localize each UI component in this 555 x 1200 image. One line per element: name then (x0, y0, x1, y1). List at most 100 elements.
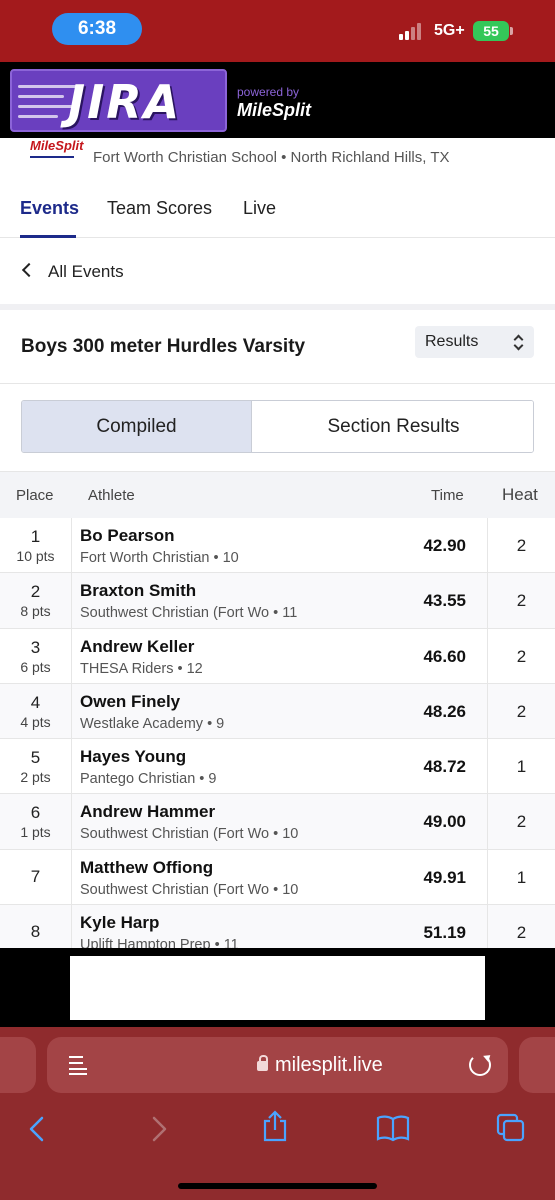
table-row[interactable]: 1 10 pts Bo Pearson Fort Worth Christian… (0, 518, 555, 574)
athlete-name[interactable]: Andrew Hammer (80, 802, 215, 822)
milesplit-logo-underline (30, 156, 74, 158)
place-points: 4 pts (20, 713, 51, 730)
lock-icon (257, 1055, 268, 1071)
milesplit-brand: MileSplit (237, 100, 312, 120)
place-cell: 4 4 pts (0, 683, 72, 739)
athlete-team[interactable]: Southwest Christian (Fort Wo • 11 (80, 605, 297, 621)
event-title: Boys 300 meter Hurdles Varsity (21, 336, 306, 357)
place-cell: 1 10 pts (0, 518, 72, 573)
place-cell: 3 6 pts (0, 628, 72, 683)
header-heat[interactable]: Heat (502, 485, 538, 505)
athlete-name[interactable]: Hayes Young (80, 747, 186, 767)
back-to-events[interactable]: All Events (0, 240, 555, 304)
status-time: 6:38 (52, 13, 142, 45)
result-time: 42.90 (423, 536, 466, 555)
result-time: 43.55 (423, 591, 466, 611)
results-segmented-control: Compiled Section Results (21, 400, 534, 453)
place-number: 5 (30, 748, 41, 768)
status-bar: 6:38 5G+ 55 (0, 0, 555, 62)
bookmarks-icon[interactable] (376, 1114, 410, 1142)
heat-number: 2 (516, 646, 527, 666)
tab-live[interactable]: Live (243, 198, 276, 219)
forward-arrow-icon[interactable] (146, 1115, 170, 1143)
heat-number: 2 (516, 812, 527, 832)
tab-events[interactable]: Events (20, 198, 79, 219)
athlete-name[interactable]: Kyle Harp (80, 913, 159, 933)
result-time: 49.91 (423, 867, 466, 887)
home-indicator (178, 1183, 377, 1189)
athlete-team[interactable]: Southwest Christian (Fort Wo • 10 (80, 826, 298, 842)
athlete-team[interactable]: Pantego Christian • 9 (80, 771, 216, 787)
back-label: All Events (48, 262, 124, 281)
place-number: 2 (30, 582, 41, 602)
tab-team-scores[interactable]: Team Scores (107, 198, 212, 219)
athlete-name[interactable]: Andrew Keller (80, 637, 194, 657)
heat-cell: 2 (487, 518, 555, 573)
tab-active-indicator (20, 235, 76, 238)
share-icon[interactable] (261, 1109, 289, 1143)
jira-logo[interactable]: JIRA (10, 69, 227, 132)
heat-number: 2 (516, 701, 527, 721)
reload-icon[interactable] (469, 1054, 491, 1076)
athlete-team[interactable]: Westlake Academy • 9 (80, 716, 224, 732)
meet-location: Fort Worth Christian School • North Rich… (93, 149, 450, 166)
place-points: 1 pts (20, 824, 51, 841)
place-number: 3 (30, 637, 41, 657)
table-row[interactable]: 8 Kyle Harp Uplift Hampton Prep • 11 51.… (0, 905, 555, 948)
heat-cell: 2 (487, 628, 555, 683)
place-points: 8 pts (20, 603, 51, 620)
powered-by-label: powered by (237, 85, 300, 99)
athlete-name[interactable]: Owen Finely (80, 692, 180, 712)
place-points: 10 pts (16, 548, 55, 564)
place-points: 6 pts (20, 658, 51, 675)
previous-tab-preview[interactable] (0, 1037, 36, 1093)
next-tab-preview[interactable] (519, 1037, 555, 1093)
heat-number: 1 (516, 867, 527, 887)
table-row[interactable]: 6 1 pts Andrew Hammer Southwest Christia… (0, 794, 555, 850)
reader-icon[interactable] (69, 1054, 87, 1076)
athlete-name[interactable]: Bo Pearson (80, 526, 174, 546)
heat-number: 1 (516, 757, 527, 777)
athlete-team[interactable]: Uplift Hampton Prep • 11 (80, 937, 239, 948)
jira-logo-text: JIRA (68, 75, 182, 129)
result-time: 46.60 (423, 646, 466, 666)
battery-cap (510, 27, 513, 35)
place-number: 4 (30, 692, 41, 712)
section-results-button[interactable]: Section Results (252, 401, 533, 452)
divider (0, 383, 555, 384)
ad-banner (0, 948, 555, 1027)
place-cell: 6 1 pts (0, 794, 72, 849)
athlete-name[interactable]: Matthew Offiong (80, 858, 213, 878)
ad-slot[interactable] (70, 956, 485, 1020)
table-row[interactable]: 7 Matthew Offiong Southwest Christian (F… (0, 849, 555, 906)
chevron-down-icon (513, 340, 524, 351)
view-select[interactable]: Results (415, 326, 534, 358)
table-row[interactable]: 5 2 pts Hayes Young Pantego Christian • … (0, 739, 555, 795)
place-cell: 8 (0, 905, 72, 948)
athlete-team[interactable]: THESA Riders • 12 (80, 661, 203, 677)
results-table-header: Place Athlete Time Heat (0, 471, 555, 518)
athlete-team[interactable]: Fort Worth Christian • 10 (80, 550, 239, 566)
back-arrow-icon[interactable] (26, 1115, 50, 1143)
url-text: milesplit.live (275, 1054, 383, 1076)
tabs-icon[interactable] (495, 1112, 527, 1144)
table-row[interactable]: 4 4 pts Owen Finely Westlake Academy • 9… (0, 683, 555, 740)
place-cell: 5 2 pts (0, 739, 72, 794)
table-row[interactable]: 2 8 pts Braxton Smith Southwest Christia… (0, 573, 555, 629)
place-number: 1 (30, 527, 41, 546)
heat-number: 2 (516, 923, 527, 943)
table-row[interactable]: 3 6 pts Andrew Keller THESA Riders • 12 … (0, 628, 555, 684)
header-time[interactable]: Time (431, 487, 464, 504)
address-bar[interactable]: milesplit.live (47, 1037, 508, 1093)
place-number: 7 (30, 866, 41, 886)
section-divider (0, 304, 555, 310)
result-time: 48.26 (423, 701, 466, 721)
chevron-left-icon (21, 262, 37, 278)
result-time: 49.00 (423, 812, 466, 832)
heat-cell: 2 (487, 794, 555, 849)
place-cell: 2 8 pts (0, 573, 72, 628)
athlete-team[interactable]: Southwest Christian (Fort Wo • 10 (80, 882, 298, 898)
heat-cell: 1 (487, 739, 555, 794)
compiled-button[interactable]: Compiled (22, 401, 252, 452)
athlete-name[interactable]: Braxton Smith (80, 581, 196, 601)
